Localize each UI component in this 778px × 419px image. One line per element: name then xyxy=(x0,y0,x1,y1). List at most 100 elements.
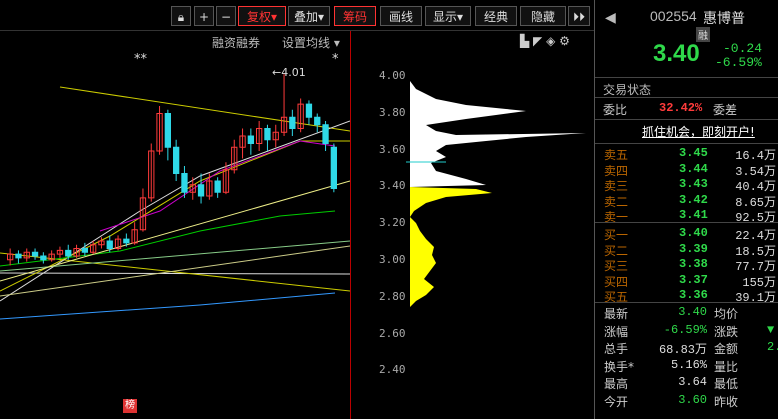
zoom-in-button[interactable]: + xyxy=(194,6,214,26)
promo-link[interactable]: 抓住机会，即刻开户! xyxy=(642,123,755,140)
draw-line-button[interactable]: 画线 xyxy=(380,6,422,26)
stat-label: 最新 xyxy=(604,307,629,321)
stat-label: 总手 xyxy=(604,342,629,356)
stat-value: 3.64 xyxy=(678,375,707,389)
stat-label-2: 均价 xyxy=(714,307,739,321)
stat-label-2: 昨收 xyxy=(714,394,739,409)
bid-volume: 18.5万 xyxy=(735,244,776,259)
candle-body xyxy=(264,128,271,141)
prev-stock-icon[interactable]: ◀ xyxy=(605,10,616,26)
stat-value-2: 2. xyxy=(767,340,778,354)
lock-icon[interactable]: 🔒︎ xyxy=(171,6,191,26)
expand-icon[interactable]: ⏵⏵ xyxy=(568,6,590,26)
candle-body xyxy=(322,124,329,144)
price-tick: 3.00 xyxy=(379,253,406,266)
stat-value: 3.60 xyxy=(678,392,707,407)
high-annotation: ←4.01 xyxy=(272,66,306,79)
price-tick: 3.40 xyxy=(379,179,406,193)
stock-name: 惠博普 xyxy=(703,11,745,27)
candle-body xyxy=(106,240,113,249)
stat-label-2: 量比 xyxy=(714,359,739,374)
price-change: -0.24 xyxy=(723,41,763,56)
price-tick: 2.60 xyxy=(379,326,406,340)
weicha-label: 委差 xyxy=(713,103,738,117)
stat-label-2: 最低 xyxy=(714,377,739,391)
stat-row: 涨幅 -6.59% 涨跌 ▼ xyxy=(595,323,778,342)
weibi-label: 委比 xyxy=(603,103,628,117)
stat-label: 换手* xyxy=(604,359,635,374)
bid-label: 买四 xyxy=(604,274,629,289)
candle-body xyxy=(123,238,130,244)
zoom-out-button[interactable]: − xyxy=(216,6,236,26)
last-price: 3.40 xyxy=(653,40,700,67)
candle-body xyxy=(164,113,171,148)
ma-line xyxy=(0,272,350,275)
candle-body xyxy=(65,249,72,257)
stars-right: * xyxy=(332,52,339,67)
candle-body xyxy=(173,146,180,174)
stat-row: 换手* 5.16% 量比 xyxy=(595,358,778,377)
stat-label: 今开 xyxy=(604,394,629,409)
candle-body xyxy=(31,251,39,257)
stat-value: 5.16% xyxy=(670,357,707,372)
bid-volume: 77.7万 xyxy=(735,260,776,275)
price-tick: 2.40 xyxy=(379,363,406,377)
stat-value: 68.83万 xyxy=(658,343,707,357)
display-label: 显示 xyxy=(432,10,457,24)
classic-label: 经典 xyxy=(483,10,508,24)
candle-body xyxy=(214,180,221,193)
stat-value-2: ▼ xyxy=(767,322,775,337)
bid-volume: 22.4万 xyxy=(735,229,776,243)
candle-body xyxy=(247,135,254,144)
ask-row[interactable]: 卖一 3.41 92.5万 xyxy=(595,208,778,227)
stat-label: 涨幅 xyxy=(604,324,629,339)
ask-label: 卖二 xyxy=(604,194,629,209)
ask-label: 卖三 xyxy=(604,179,629,194)
bid-label: 买三 xyxy=(604,259,629,274)
bid-label: 买一 xyxy=(604,228,629,242)
price-tick: 4.00 xyxy=(379,69,406,82)
ma-line xyxy=(0,252,350,292)
ask-volume: 8.65万 xyxy=(735,195,776,210)
bid-label: 买二 xyxy=(604,243,629,258)
kline-chart[interactable] xyxy=(0,31,350,419)
candle-body xyxy=(197,184,205,197)
candle-body xyxy=(330,146,338,189)
stat-label-2: 涨跌 xyxy=(714,324,739,339)
bid-volume: 155万 xyxy=(742,275,776,290)
candle-body xyxy=(181,173,188,193)
candle-body xyxy=(15,253,22,259)
ask-volume: 3.54万 xyxy=(735,164,776,179)
chip-profile-lower xyxy=(410,187,492,337)
overlay-label: 叠加 xyxy=(293,10,318,24)
stat-row: 最新 3.40 均价 xyxy=(595,305,778,324)
candle-body xyxy=(40,255,47,261)
price-axis: 4.00 3.80 3.60 3.40 3.20 3.00 2.80 2.60 2.40 xyxy=(350,31,407,419)
classic-button[interactable]: 经典 xyxy=(475,6,517,26)
candle-body xyxy=(314,116,321,126)
fuquan-label: 复权 xyxy=(246,10,271,24)
chip-distribution xyxy=(406,76,586,337)
stat-row: 最高 3.64 最低 xyxy=(595,375,778,394)
display-button[interactable]: 显示▾ xyxy=(425,6,471,26)
fuquan-button[interactable]: 复权▾ xyxy=(238,6,286,26)
draw-line-label: 画线 xyxy=(388,10,413,24)
price-tick: 3.60 xyxy=(379,142,406,156)
ask-label: 卖四 xyxy=(604,163,629,178)
candle-body xyxy=(305,103,313,118)
hide-button[interactable]: 隐藏 xyxy=(520,6,566,26)
quote-panel: ◀ 002554 惠博普 融 3.40 -0.24 -6.59% 交易状态 委比… xyxy=(595,0,778,419)
chips-label: 筹码 xyxy=(342,10,367,24)
stat-label-2: 金额 xyxy=(714,342,739,356)
chips-button[interactable]: 筹码 xyxy=(334,6,376,26)
trade-status: 交易状态 xyxy=(603,83,652,97)
ma-line xyxy=(0,245,350,297)
rank-badge[interactable]: 榜 xyxy=(123,399,137,413)
stat-row: 总手 68.83万金额 2. xyxy=(595,340,778,359)
chip-tools-icon[interactable]: ▙ ◤ ◈ ⚙ xyxy=(520,34,570,48)
high-value: 4.01 xyxy=(281,66,306,79)
price-tick: 3.20 xyxy=(379,216,406,230)
ma-line xyxy=(0,210,336,267)
overlay-button[interactable]: 叠加▾ xyxy=(288,6,330,26)
ask-label: 卖五 xyxy=(604,148,629,162)
